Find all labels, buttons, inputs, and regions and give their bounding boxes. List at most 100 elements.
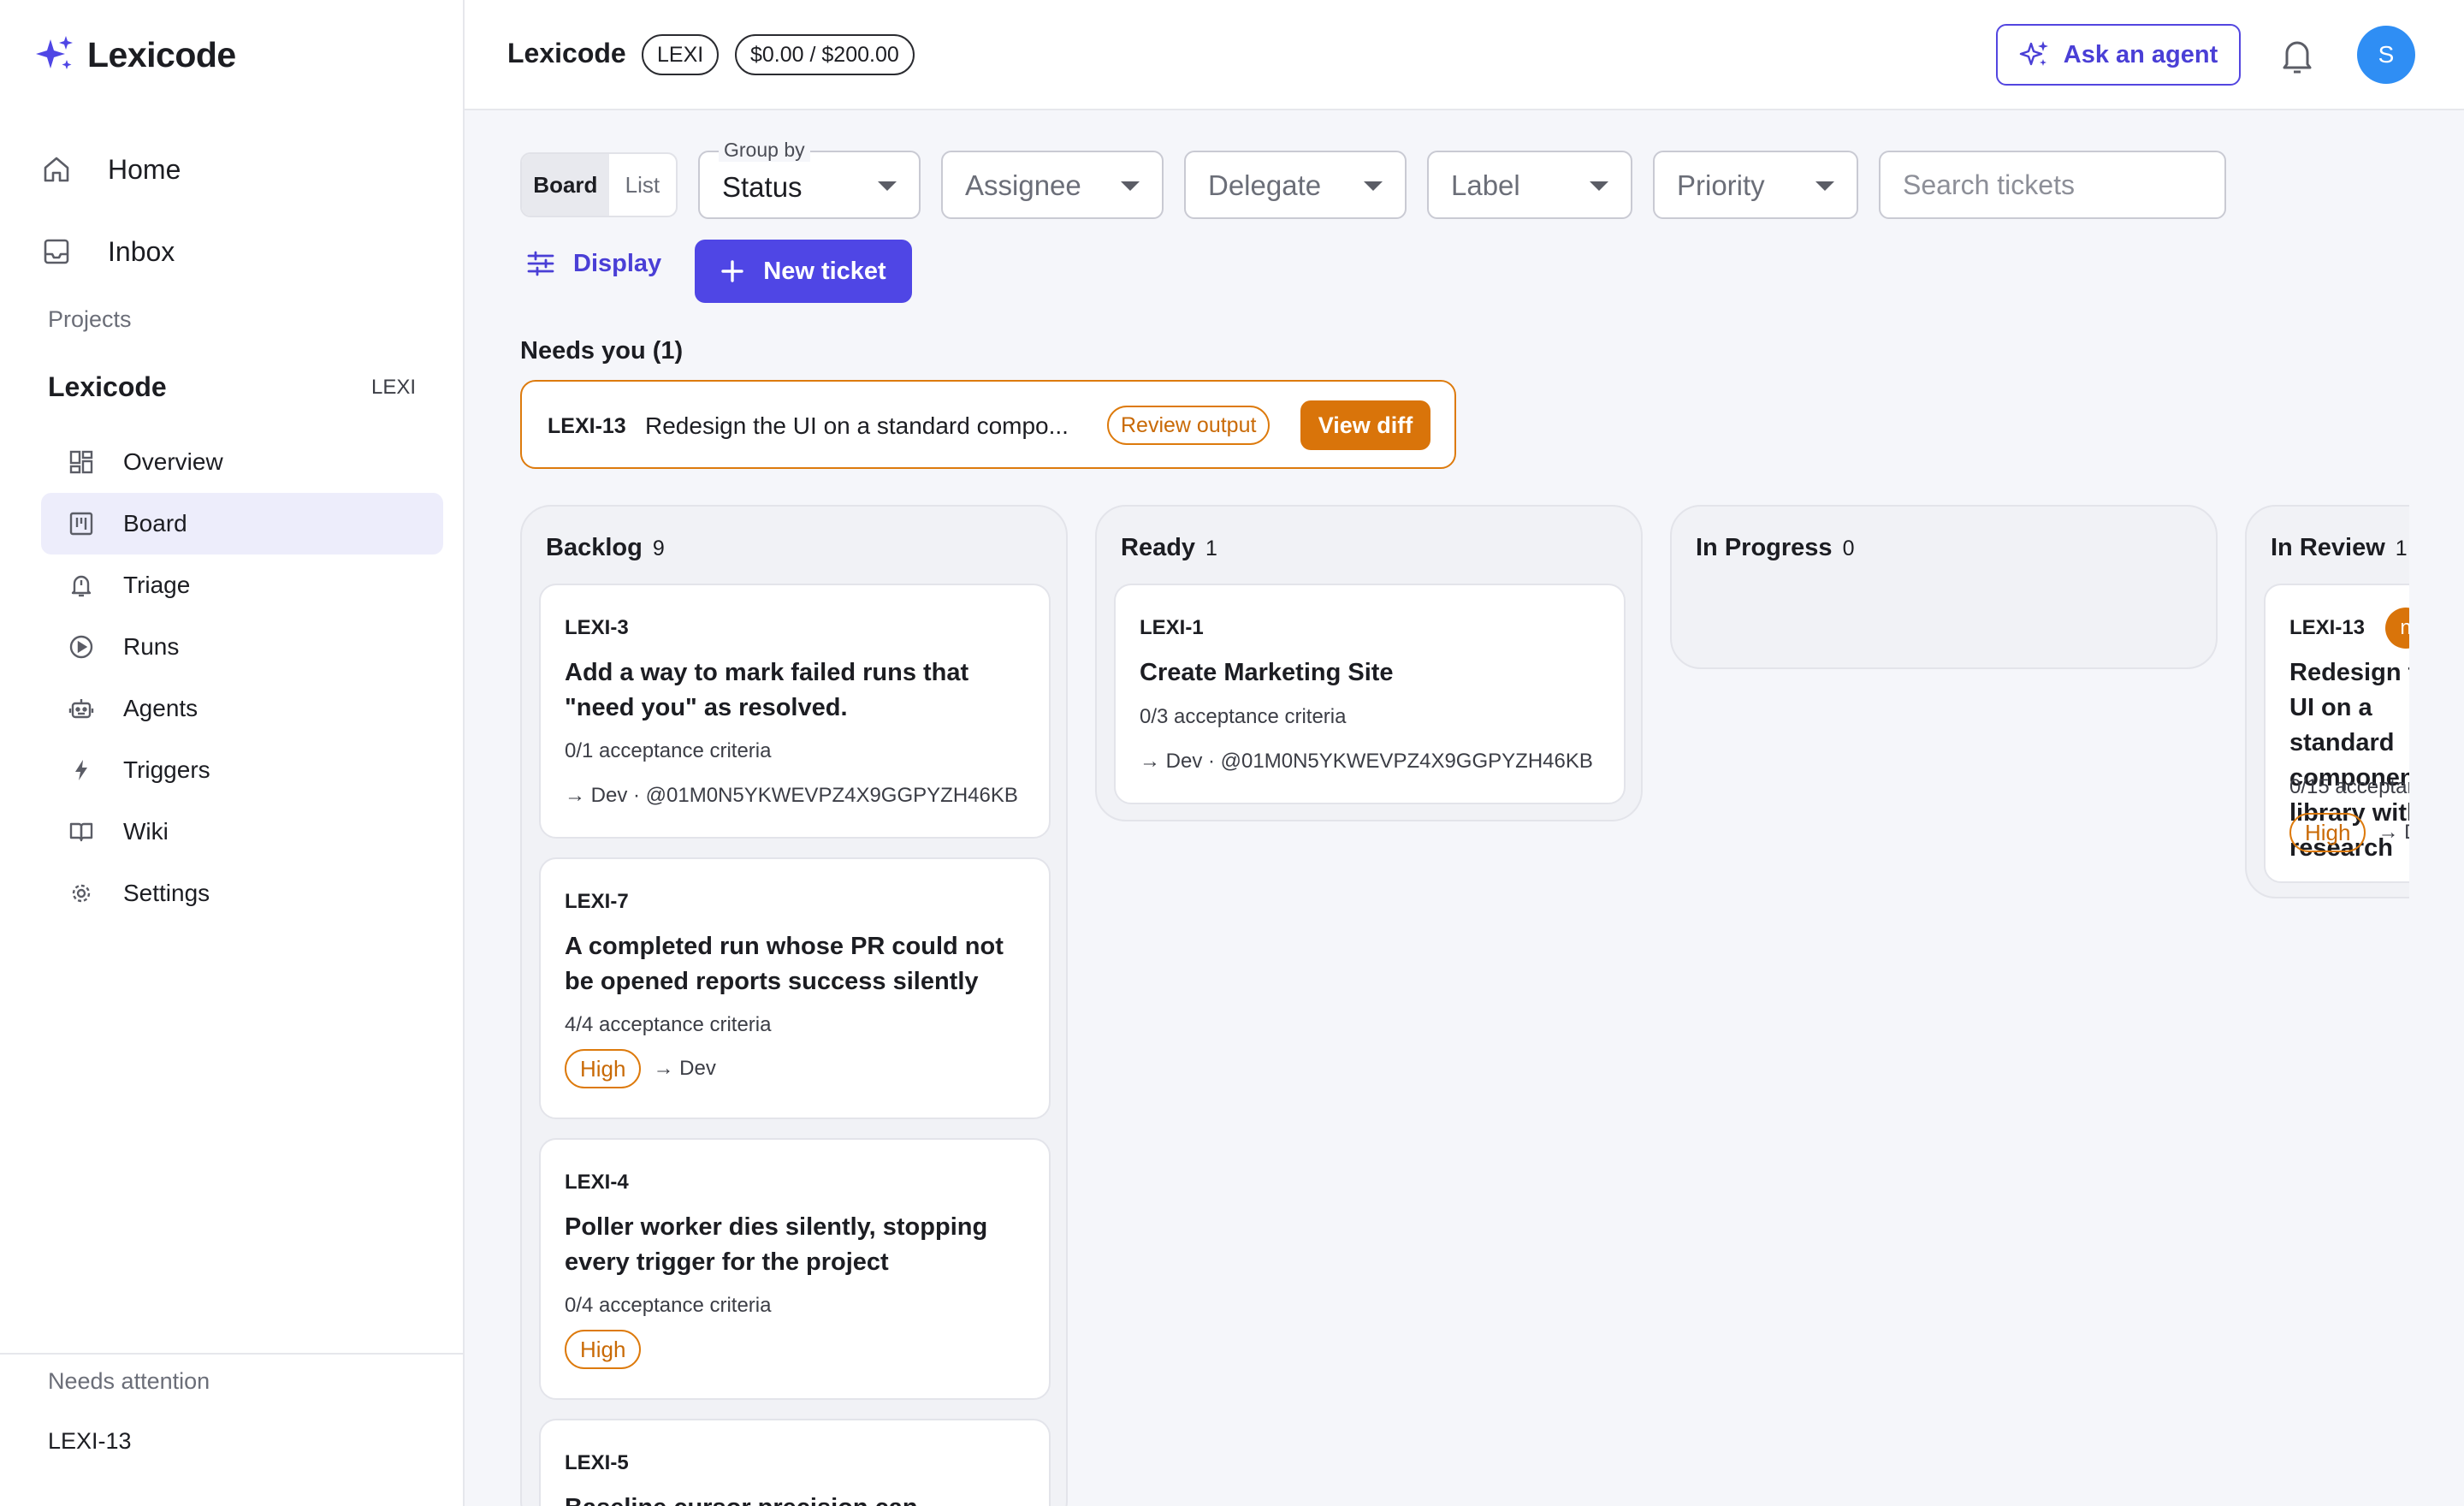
search-tickets [1879, 151, 2226, 219]
ask-agent-button[interactable]: Ask an agent [1996, 24, 2241, 86]
sidebar-item-label: Wiki [123, 818, 169, 845]
view-board-tab[interactable]: Board [522, 154, 609, 216]
sidebar-item-agents[interactable]: Agents [41, 678, 443, 739]
ticket-assignment: → Dev · @01M0N5YKWEVPZ4X9GGPYZH46KB [565, 784, 1018, 807]
ticket-title: Add a way to mark failed runs that "need… [565, 659, 969, 721]
column-ready: Ready 1 LEXI-1 Create Marketing Site 0/3 … [1095, 505, 1643, 821]
priority-badge: High [565, 1049, 642, 1088]
board-scroll-clip: In Review 1 LEXI-13 n Redesign the UI on … [2245, 505, 2409, 902]
acceptance-criteria: 0/1 acceptance criteria [565, 739, 772, 762]
ticket-title: Create Marketing Site [1140, 659, 1394, 686]
sidebar-item-triage[interactable]: Triage [41, 554, 443, 616]
acceptance-criteria: 0/4 acceptance criteria [565, 1294, 772, 1317]
ticket-card[interactable]: LEXI-4 Poller worker dies silently, stop… [539, 1138, 1051, 1400]
needs-you-card[interactable]: LEXI-13 Redesign the UI on a standard co… [520, 380, 1456, 469]
display-label: Display [573, 249, 662, 277]
sparkle-icon [2019, 41, 2048, 66]
ticket-footer: High [565, 1330, 653, 1369]
project-lexicode[interactable]: Lexicode LEXI [48, 371, 416, 403]
sparkle-logo-icon [36, 36, 73, 69]
ticket-key: LEXI-5 [565, 1451, 629, 1474]
ticket-key: LEXI-1 [1140, 616, 1204, 639]
bolt-icon [75, 760, 87, 780]
book-icon [69, 822, 93, 842]
sidebar-item-label: Agents [123, 695, 198, 721]
sidebar: Lexicode Home Inbox Projects Lexicode LE… [0, 0, 465, 1506]
chevron-down-icon [1815, 181, 1834, 191]
ticket-assignment: → D [2378, 821, 2409, 844]
ticket-card[interactable]: LEXI-3 Add a way to mark failed runs tha… [539, 584, 1051, 839]
sidebar-item-settings[interactable]: Settings [41, 863, 443, 924]
display-button[interactable]: Display [525, 248, 661, 279]
ticket-key: LEXI-7 [565, 890, 629, 913]
sidebar-item-label: Triage [123, 572, 191, 598]
nav-item-home[interactable]: Home [41, 128, 443, 210]
page-title: Lexicode [507, 38, 626, 68]
priority-badge: High [2289, 813, 2366, 852]
user-avatar[interactable]: S [2357, 26, 2415, 84]
ticket-key: LEXI-3 [565, 616, 629, 639]
priority-filter-label: Priority [1677, 169, 1765, 201]
app-logo[interactable]: Lexicode [34, 34, 236, 75]
ticket-card[interactable]: LEXI-7 A completed run whose PR could no… [539, 857, 1051, 1119]
priority-filter[interactable]: Priority [1653, 151, 1858, 219]
top-header: Lexicode LEXI $0.00 / $200.00 Ask an age… [465, 0, 2464, 110]
plus-icon [721, 260, 743, 282]
new-ticket-button[interactable]: New ticket [695, 240, 912, 303]
group-by-value: Status [722, 171, 803, 203]
column-header: In Progress 0 [1696, 534, 1854, 562]
acceptance-criteria: 0/3 acceptance criteria [1140, 705, 1347, 728]
inbox-icon [44, 239, 69, 264]
column-name: In Progress [1696, 534, 1833, 561]
play-circle-icon [69, 635, 93, 659]
search-input[interactable] [1903, 169, 2211, 201]
ticket-title: A completed run whose PR could not be op… [565, 933, 1004, 995]
label-filter[interactable]: Label [1427, 151, 1632, 219]
main-nav: Home Inbox [41, 128, 443, 293]
group-by-select[interactable]: Group by Status [698, 139, 921, 219]
delegate-filter-label: Delegate [1208, 169, 1322, 201]
view-diff-button[interactable]: View diff [1300, 400, 1430, 450]
ticket-card[interactable]: LEXI-13 n Redesign the UI on a standard … [2264, 584, 2409, 883]
sidebar-item-board[interactable]: Board [41, 493, 443, 554]
grid-icon [69, 450, 93, 474]
ticket-assignment: → Dev · @01M0N5YKWEVPZ4X9GGPYZH46KB [1140, 750, 1593, 773]
view-list-tab[interactable]: List [609, 154, 676, 216]
sidebar-item-label: Runs [123, 633, 180, 660]
needs-attention-section: Needs attention LEXI-13 [0, 1353, 463, 1454]
delegate-filter[interactable]: Delegate [1184, 151, 1407, 219]
sidebar-item-label: Board [123, 510, 187, 537]
column-count: 9 [652, 537, 665, 560]
sidebar-item-overview[interactable]: Overview [41, 431, 443, 493]
column-header: In Review 1 [2271, 534, 2408, 562]
sidebar-item-triggers[interactable]: Triggers [41, 739, 443, 801]
sidebar-item-runs[interactable]: Runs [41, 616, 443, 678]
sidebar-item-label: Triggers [123, 756, 210, 783]
ticket-key: LEXI-13 [2289, 616, 2366, 639]
chevron-down-icon [1590, 181, 1608, 191]
ask-agent-label: Ask an agent [2063, 40, 2218, 68]
nav-item-inbox[interactable]: Inbox [41, 210, 443, 293]
assignee-filter[interactable]: Assignee [941, 151, 1164, 219]
column-name: Ready [1121, 534, 1196, 561]
ticket-key: LEXI-4 [565, 1171, 629, 1194]
project-nav: Overview Board Triage Runs Agents Trigge… [41, 431, 443, 924]
chevron-down-icon [1121, 181, 1140, 191]
board-icon [69, 512, 93, 536]
ticket-assignment: → Dev [653, 1057, 716, 1080]
ticket-card[interactable]: LEXI-1 Create Marketing Site 0/3 accepta… [1114, 584, 1626, 804]
column-in-review: In Review 1 LEXI-13 n Redesign the UI on … [2245, 505, 2409, 898]
sidebar-item-label: Overview [123, 448, 223, 475]
app-name: Lexicode [87, 34, 236, 74]
notifications-bell-icon[interactable] [2280, 38, 2314, 75]
sidebar-item-wiki[interactable]: Wiki [41, 801, 443, 863]
status-badge: Review output [1107, 406, 1270, 445]
needs-attention-item[interactable]: LEXI-13 [48, 1428, 132, 1455]
ticket-footer: High → D [2289, 813, 2409, 852]
column-in-progress: In Progress 0 [1670, 505, 2218, 669]
project-key-badge: LEXI [642, 34, 720, 75]
ticket-title: Redesign the UI on a standard compo... [645, 412, 1069, 439]
budget-badge: $0.00 / $200.00 [735, 34, 915, 75]
ticket-card[interactable]: LEXI-5 Baseline cursor precision can [539, 1419, 1051, 1506]
ticket-title: Poller worker dies silently, stopping ev… [565, 1213, 988, 1276]
